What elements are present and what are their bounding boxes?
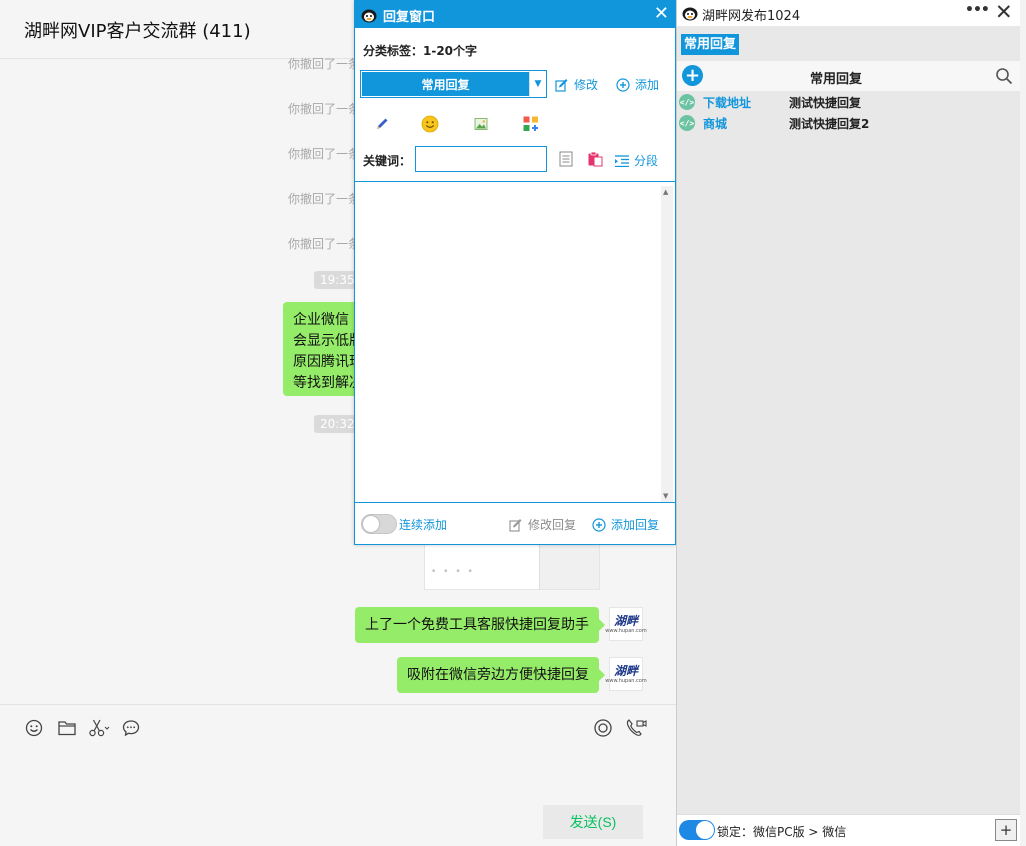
recall-notice: 你撤回了一条 — [288, 102, 361, 116]
folder-icon[interactable] — [56, 717, 78, 739]
close-icon[interactable]: ✕ — [995, 0, 1013, 24]
edit-label: 修改 — [574, 78, 599, 92]
video-call-icon[interactable] — [625, 717, 647, 739]
bubble-line: 会显示低版 — [293, 333, 363, 349]
reply-text: 测试快捷回复2 — [789, 117, 870, 131]
toggle-knob — [363, 516, 379, 532]
continuous-add-toggle[interactable] — [361, 514, 397, 534]
code-icon: </> — [679, 115, 695, 131]
reply-title: 下载地址 — [703, 96, 752, 110]
keyword-label: 关键词： — [363, 154, 412, 168]
content-scrollbar[interactable]: ▲ ▼ — [661, 186, 673, 502]
add-reply-button[interactable]: 添加回复 — [592, 516, 659, 533]
reply-text: 测试快捷回复 — [789, 96, 862, 110]
message-bubble[interactable]: 企业微信 会显示低版 原因腾讯现 等找到解决 — [283, 302, 363, 396]
add-label: 添加 — [635, 78, 660, 92]
bubble-line: 等找到解决 — [293, 375, 363, 391]
thumb-pane — [539, 545, 599, 589]
indent-icon — [615, 154, 629, 168]
edit-icon — [509, 518, 523, 532]
plus-circle-icon — [616, 77, 630, 92]
category-tag-label: 分类标签：1-20个字 — [363, 44, 478, 58]
message-input-area[interactable]: 发送(S) — [0, 704, 676, 846]
tab-common-replies[interactable]: 常用回复 — [681, 34, 740, 55]
list-header-label: 常用回复 — [809, 72, 862, 87]
document-icon[interactable] — [557, 150, 575, 168]
list-header: 常用回复 + — [677, 61, 1021, 91]
avatar-logo-sub: www.hupan.com — [605, 677, 647, 684]
add-category-button[interactable]: 添加 — [616, 76, 659, 93]
apps-icon[interactable] — [521, 114, 541, 134]
image-icon[interactable] — [471, 114, 491, 134]
category-selected-value: 常用回复 — [362, 72, 529, 96]
segment-button[interactable]: 分段 — [615, 152, 658, 169]
continuous-add-label: 连续添加 — [399, 518, 448, 532]
lock-status-text: 锁定：微信PC版 > 微信 — [717, 825, 847, 839]
recall-notice: 你撤回了一条 — [288, 237, 361, 251]
bubble-line: 原因腾讯现 — [293, 354, 363, 370]
close-icon[interactable]: ✕ — [654, 3, 669, 24]
keyword-input[interactable] — [415, 146, 547, 172]
image-message[interactable]: • • • • — [424, 544, 600, 590]
modify-reply-button[interactable]: 修改回复 — [509, 516, 576, 533]
category-select[interactable]: 常用回复 ▼ — [360, 70, 547, 98]
recall-notice: 你撤回了一条 — [288, 192, 361, 206]
edit-category-button[interactable]: 修改 — [555, 76, 598, 93]
desktop-background — [1020, 0, 1026, 846]
emoji-icon[interactable] — [23, 717, 45, 739]
modify-reply-label: 修改回复 — [528, 518, 577, 532]
list-item[interactable]: </> 商城 测试快捷回复2 — [677, 113, 1021, 134]
toggle-knob — [696, 821, 714, 839]
pencil-icon[interactable] — [372, 114, 392, 134]
emoji-icon[interactable] — [420, 114, 440, 134]
edit-icon — [555, 78, 569, 92]
panel-footer: 锁定：微信PC版 > 微信 + — [677, 814, 1021, 846]
clipboard-icon[interactable] — [586, 150, 604, 168]
add-reply-label: 添加回复 — [611, 518, 660, 532]
chat-title: 湖畔网VIP客户交流群 (411) — [24, 21, 251, 42]
live-icon[interactable] — [592, 717, 614, 739]
message-bubble[interactable]: 上了一个免费工具客服快捷回复助手 — [355, 607, 605, 643]
avatar[interactable]: 湖畔 www.hupan.com — [605, 607, 647, 641]
reply-content-editor[interactable]: ▲ ▼ — [355, 181, 675, 503]
more-icon[interactable]: ••• — [965, 2, 990, 18]
code-icon: </> — [679, 94, 695, 110]
avatar[interactable]: 湖畔 www.hupan.com — [605, 657, 647, 691]
avatar-logo-sub: www.hupan.com — [605, 627, 647, 634]
message-bubble[interactable]: 吸附在微信旁边方便快捷回复 — [397, 657, 605, 693]
scroll-up-icon[interactable]: ▲ — [663, 188, 668, 196]
lock-toggle[interactable] — [679, 820, 715, 840]
avatar-logo-text: 湖畔 — [613, 613, 638, 628]
chevron-down-icon[interactable]: ▼ — [529, 71, 546, 97]
add-icon[interactable]: + — [682, 65, 703, 86]
panel-title: 湖畔网发布1024 — [702, 9, 801, 24]
quick-reply-panel: 湖畔网发布1024 ••• ✕ 常用回复 常用回复 + </> 下载地址 测试快… — [676, 0, 1021, 846]
reply-title: 商城 — [703, 117, 728, 131]
plus-circle-icon — [592, 517, 606, 532]
recall-notice: 你撤回了一条 — [288, 147, 361, 161]
search-icon[interactable] — [995, 67, 1013, 89]
scroll-down-icon[interactable]: ▼ — [663, 492, 668, 500]
segment-label: 分段 — [634, 154, 659, 168]
thumb-dots: • • • • — [431, 567, 475, 577]
recall-notice: 你撤回了一条 — [288, 57, 361, 71]
send-button[interactable]: 发送(S) — [543, 805, 643, 839]
reply-window-titlebar[interactable]: 回复窗口 ✕ — [355, 1, 675, 28]
bubble-line: 企业微信 — [293, 312, 349, 328]
avatar-logo-text: 湖畔 — [613, 663, 638, 678]
scissors-icon[interactable] — [88, 717, 110, 739]
reply-window-title: 回复窗口 — [383, 10, 436, 25]
chat-bubble-icon[interactable] — [120, 717, 142, 739]
app-logo-icon — [681, 5, 699, 25]
app-logo-icon — [360, 7, 378, 27]
quick-reply-window: 回复窗口 ✕ 分类标签：1-20个字 常用回复 ▼ 修改 添加 关键词： 分段 … — [354, 0, 676, 545]
panel-titlebar[interactable]: 湖畔网发布1024 ••• ✕ — [677, 0, 1021, 26]
expand-icon[interactable]: + — [995, 819, 1017, 841]
list-item[interactable]: </> 下载地址 测试快捷回复 — [677, 92, 1021, 113]
